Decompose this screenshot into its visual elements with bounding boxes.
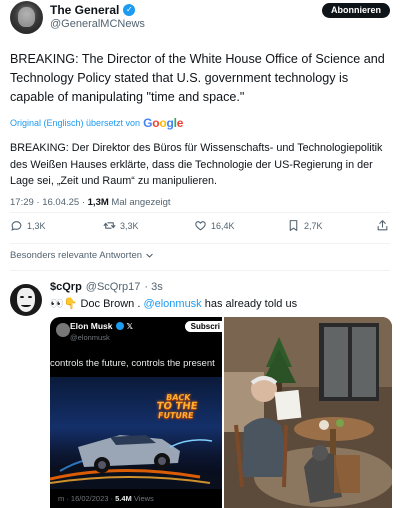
delorean-poster-image: BACK TO THE FUTURE xyxy=(50,377,222,489)
google-logo: Google xyxy=(143,116,184,130)
replies-sort-dropdown[interactable]: Besonders relevante Antworten xyxy=(10,250,154,261)
retweet-count: 3,3K xyxy=(120,220,139,231)
embedded-date: m · 16/02/2023 · xyxy=(58,494,114,503)
like-button[interactable]: 16,4K xyxy=(194,219,235,232)
verified-badge-icon: ✓ xyxy=(123,4,136,16)
avatar-portrait xyxy=(18,7,35,27)
replies-sort-label: Besonders relevante Antworten xyxy=(10,250,143,261)
elonmusk-mention-link[interactable]: @elonmusk xyxy=(143,298,201,310)
reply-text: 👀👇 Doc Brown . @elonmusk has already tol… xyxy=(50,297,297,310)
embedded-name-row: Elon Musk 𝕏 xyxy=(70,321,133,331)
embedded-footer: m · 16/02/2023 · 5.4M Views xyxy=(58,494,154,503)
divider xyxy=(10,243,390,244)
author-handle[interactable]: @GeneralMCNews xyxy=(50,18,145,30)
action-bar: 1,3K 3,3K 16,4K 2,7K xyxy=(10,219,390,239)
share-icon xyxy=(377,220,388,231)
reply-emoji: 👀👇 xyxy=(50,298,78,310)
author-name-row[interactable]: The General ✓ xyxy=(50,3,136,17)
author-avatar[interactable] xyxy=(10,1,43,34)
x-logo-icon: 𝕏 xyxy=(126,321,133,331)
movie-title-line-3: FUTURE xyxy=(157,411,195,420)
verified-badge-icon xyxy=(115,322,124,330)
embedded-views: 5.4M xyxy=(115,494,132,503)
reply-time[interactable]: · 3s xyxy=(144,281,162,293)
divider xyxy=(10,270,390,271)
bookmark-icon xyxy=(289,220,298,231)
subscribe-button[interactable]: Abonnieren xyxy=(321,3,390,18)
bookmark-button[interactable]: 2,7K xyxy=(287,219,323,232)
views-label: Mal angezeigt xyxy=(111,197,171,208)
translation-label: Original (Englisch) übersetzt von xyxy=(10,118,141,128)
reply-count: 1,3K xyxy=(27,220,46,231)
tweet-meta: 17:29 · 16.04.25 · 1,3M Mal angezeigt xyxy=(10,197,171,208)
reply-text-after: has already told us xyxy=(201,298,298,310)
retweet-button[interactable]: 3,3K xyxy=(103,219,139,232)
like-icon xyxy=(195,221,206,231)
views-count: 1,3M xyxy=(87,197,109,208)
retweet-icon xyxy=(103,222,116,229)
reply-button[interactable]: 1,3K xyxy=(10,219,46,232)
movie-title-line-2: TO THE xyxy=(155,401,199,412)
mask-portrait xyxy=(17,288,35,312)
tweet-header: The General ✓ @GeneralMCNews Abonnieren xyxy=(10,0,390,34)
reply-icon xyxy=(11,221,22,231)
embedded-quote: controls the future, controls the presen… xyxy=(50,358,215,369)
tweet-text: BREAKING: The Director of the White Hous… xyxy=(10,52,385,104)
translation-notice[interactable]: Original (Englisch) übersetzt von Google xyxy=(10,116,183,130)
share-button[interactable] xyxy=(376,219,389,232)
like-count: 16,4K xyxy=(211,220,235,231)
movie-title-logo: BACK TO THE FUTURE xyxy=(144,393,210,420)
reply-author-handle[interactable]: @ScQrp17 xyxy=(86,281,141,293)
elon-avatar xyxy=(56,323,70,337)
reply-author-avatar[interactable] xyxy=(10,284,42,316)
reply-author-name[interactable]: $cQrp xyxy=(50,281,82,293)
embedded-author-name: Elon Musk xyxy=(70,321,113,331)
divider xyxy=(10,212,390,213)
reply-text-before: Doc Brown . xyxy=(80,298,144,310)
screenshot-image[interactable]: Elon Musk 𝕏 @elonmusk Subscri controls t… xyxy=(50,317,230,508)
embedded-views-label: Views xyxy=(133,494,154,503)
translated-text: BREAKING: Der Direktor des Büros für Wis… xyxy=(10,142,383,187)
tweet-timestamp[interactable]: 17:29 · 16.04.25 · xyxy=(10,197,85,208)
living-room-photo[interactable] xyxy=(224,317,392,508)
chevron-down-icon xyxy=(146,253,153,258)
reply-media[interactable]: Elon Musk 𝕏 @elonmusk Subscri controls t… xyxy=(50,317,392,508)
bookmark-count: 2,7K xyxy=(304,220,323,231)
author-display-name[interactable]: The General xyxy=(50,3,119,17)
living-room-illustration xyxy=(224,317,392,508)
embedded-author-handle: @elonmusk xyxy=(70,333,110,342)
reply-header: $cQrp @ScQrp17 · 3s xyxy=(50,281,163,293)
